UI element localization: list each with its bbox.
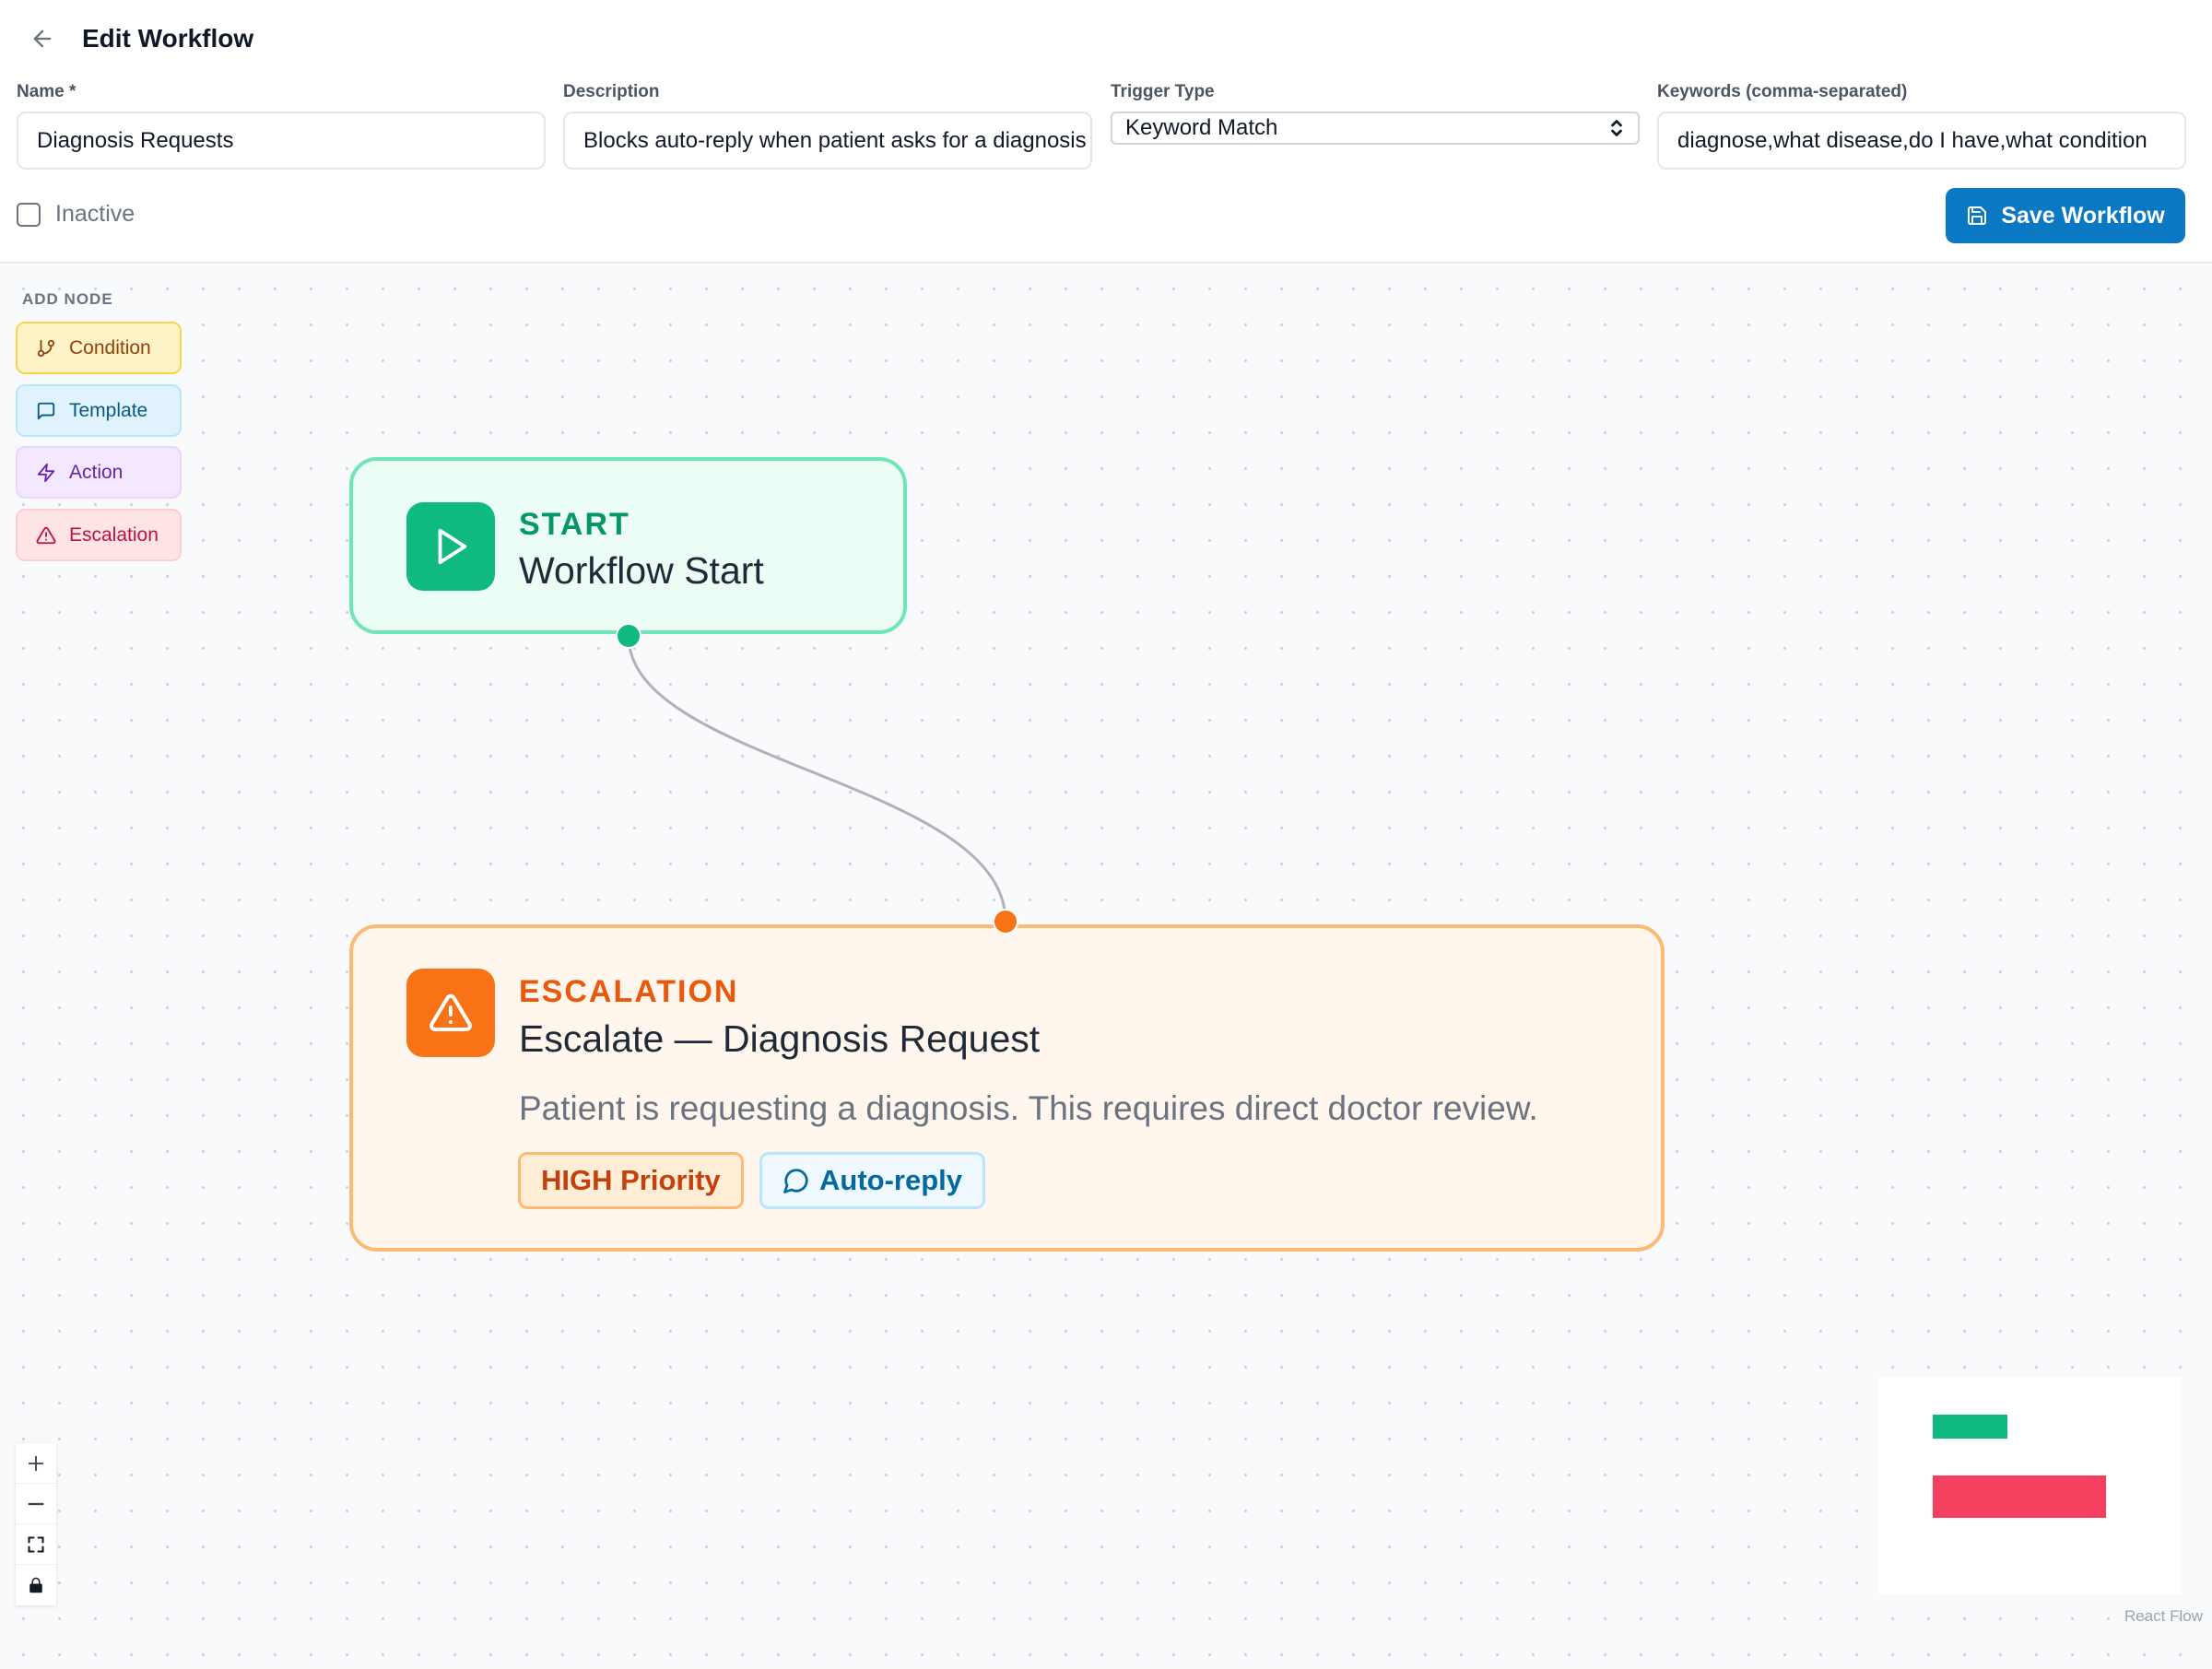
template-label: Template [69,399,148,421]
description-label: Description [563,82,660,101]
git-branch-icon [37,339,55,357]
escalation-node-type: ESCALATION [519,974,739,1009]
escalation-node[interactable]: ESCALATION Escalate — Diagnosis Request … [349,924,1665,1252]
condition-label: Condition [69,336,151,358]
escalation-label: Escalation [69,523,159,546]
message-square-icon [37,402,55,419]
description-input[interactable]: Blocks auto-reply when patient asks for … [563,112,1092,170]
start-node-label: Workflow Start [519,549,764,592]
description-field-group: Description Blocks auto-reply when patie… [563,81,1092,170]
trigger-field-group: Trigger Type Keyword Match [1111,81,1640,145]
escalation-node-label: Escalate — Diagnosis Request [519,1017,1041,1060]
trigger-type-value: Keyword Match [1125,115,1278,140]
inactive-checkbox[interactable] [17,202,41,227]
name-field-group: Name * Diagnosis Requests [17,81,546,170]
priority-badge: HIGH Priority [518,1152,744,1209]
zoom-in-button[interactable] [16,1443,56,1484]
react-flow-attribution[interactable]: React Flow [2124,1607,2203,1626]
minimap-start-node [1933,1415,2007,1439]
fit-view-icon [28,1535,44,1553]
flow-controls [16,1443,56,1605]
message-circle-icon [783,1169,808,1193]
save-button-label: Save Workflow [2001,202,2165,229]
start-node-icon-box [406,502,495,591]
name-input[interactable]: Diagnosis Requests [17,112,546,170]
add-template-node-button[interactable]: Template [16,384,182,437]
escalation-node-description: Patient is requesting a diagnosis. This … [519,1089,1538,1127]
trigger-label: Trigger Type [1111,82,1215,101]
autoreply-badge-label: Auto-reply [819,1164,962,1196]
name-label: Name * [17,82,76,101]
minus-icon [28,1502,44,1505]
add-condition-node-button[interactable]: Condition [16,322,182,374]
page-title: Edit Workflow [82,24,254,53]
keywords-input[interactable]: diagnose,what disease,do I have,what con… [1657,112,2186,170]
escalation-node-target-handle[interactable] [993,909,1018,934]
minimap-escalation-node [1933,1475,2106,1518]
chevron-up-down-icon [1611,120,1622,136]
escalation-node-icon-box [406,969,495,1057]
inactive-toggle[interactable]: Inactive [17,201,135,228]
priority-badge-label: HIGH Priority [541,1164,721,1196]
trigger-type-select[interactable]: Keyword Match [1111,112,1640,145]
autoreply-badge: Auto-reply [759,1152,985,1209]
inactive-label: Inactive [55,201,135,227]
save-icon [1968,206,1987,225]
save-workflow-button[interactable]: Save Workflow [1946,188,2185,243]
fit-view-button[interactable] [16,1524,56,1565]
keywords-label: Keywords (comma-separated) [1657,82,1908,101]
add-node-title: ADD NODE [22,290,113,308]
alert-triangle-icon [36,526,56,544]
workflow-header: Edit Workflow Name * Diagnosis Requests … [0,0,2212,264]
minimap[interactable] [1877,1377,2182,1594]
back-button[interactable] [24,20,61,57]
play-icon [438,528,467,565]
warning-triangle-icon [429,993,472,1031]
zap-icon [37,463,55,482]
add-escalation-node-button[interactable]: Escalation [16,509,182,561]
start-node[interactable]: START Workflow Start [349,457,907,634]
toggle-interactivity-button[interactable] [16,1565,56,1605]
start-node-source-handle[interactable] [616,623,641,649]
arrow-left-icon [33,29,52,48]
keywords-field-group: Keywords (comma-separated) diagnose,what… [1657,81,2186,170]
action-label: Action [69,461,124,483]
start-node-type: START [519,507,630,542]
plus-icon [28,1455,44,1471]
lock-icon [29,1577,42,1593]
add-action-node-button[interactable]: Action [16,446,182,499]
flow-canvas[interactable]: ADD NODE Condition Template Action Escal… [0,265,2212,1669]
zoom-out-button[interactable] [16,1484,56,1524]
